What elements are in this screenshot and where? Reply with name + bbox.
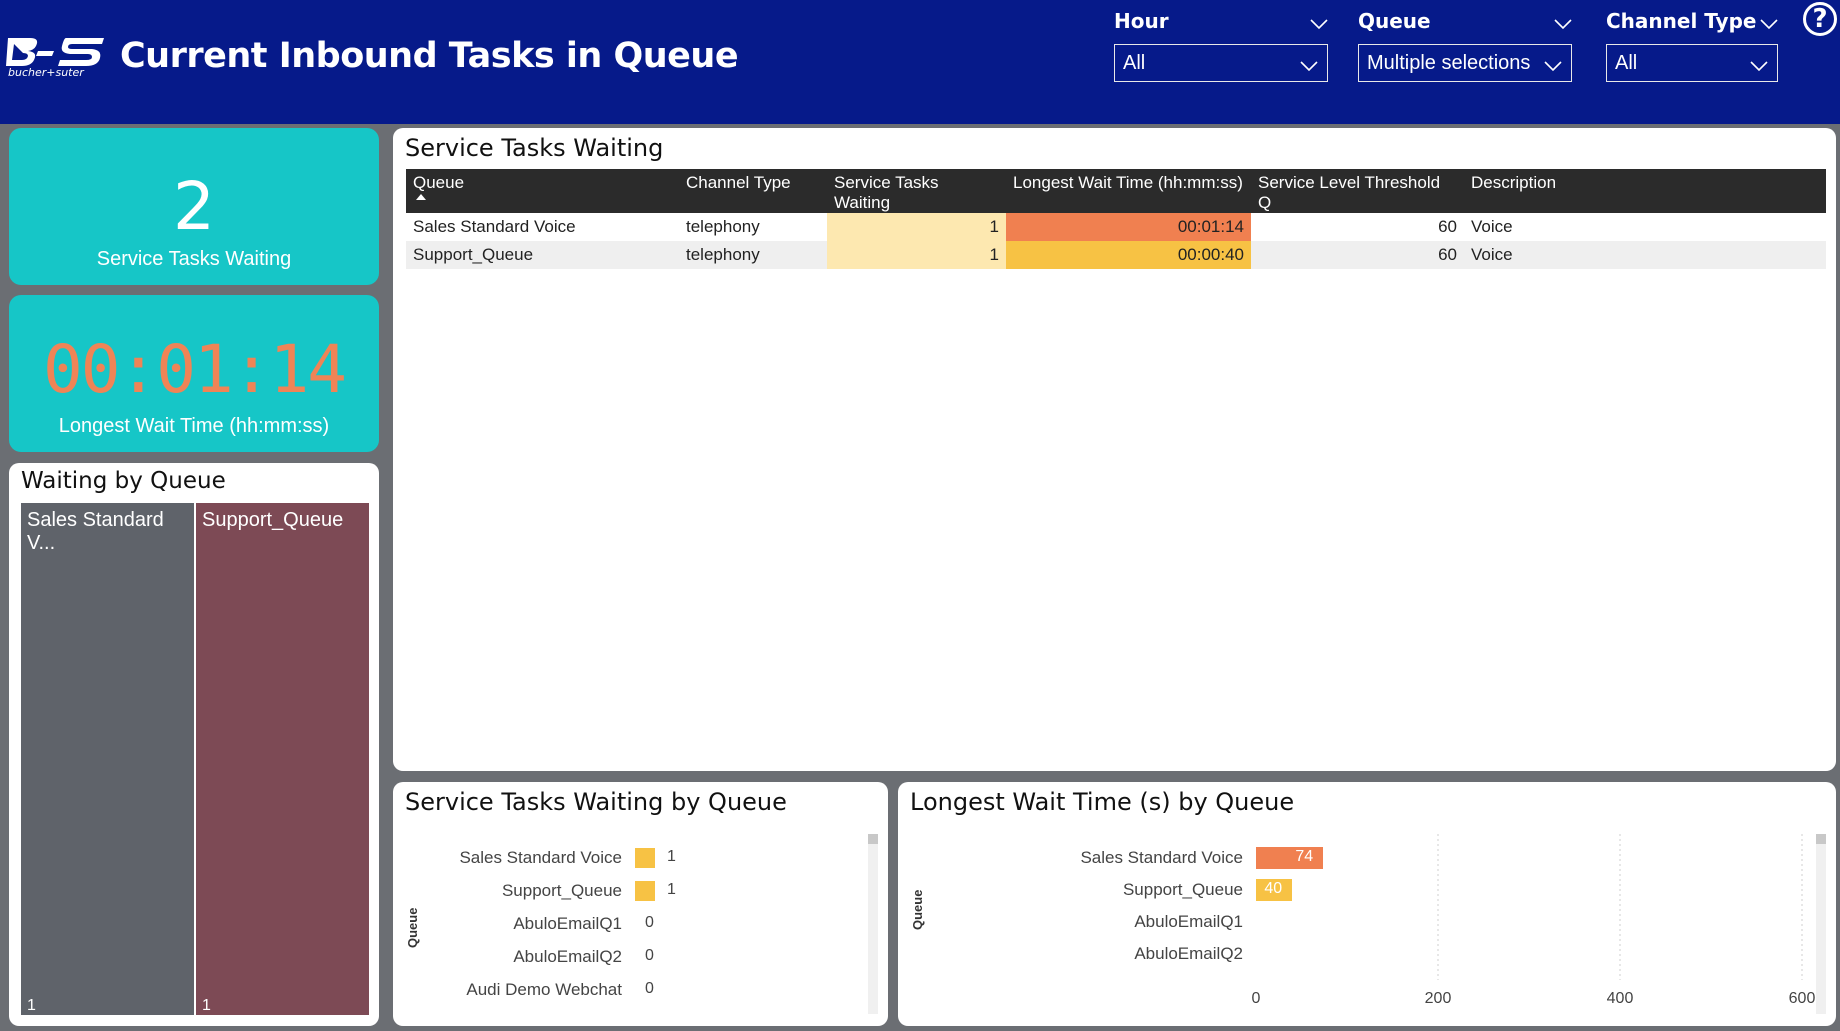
table-row[interactable]: Sales Standard Voice telephony 1 00:01:1… [406,213,1826,241]
service-tasks-table: Queue Channel Type Service Tasks Waiting… [406,169,1826,269]
category-label: Sales Standard Voice [459,848,622,867]
slicer-queue-label: Queue [1358,9,1431,33]
slicer-hour-value: All [1123,52,1146,74]
cell-longest-wait: 00:01:14 [1006,213,1251,241]
kpi-longest-wait: 00:01:14 Longest Wait Time (hh:mm:ss) [9,295,379,452]
data-label: 0 [645,914,654,931]
chart-scrollbar[interactable] [1816,834,1826,1014]
slicer-hour-dropdown[interactable]: All [1114,44,1328,82]
tasks-by-queue-axis-title: Queue [405,907,420,948]
category-label: AbuloEmailQ2 [513,947,622,966]
table-row[interactable]: Support_Queue telephony 1 00:00:40 60 Vo… [406,241,1826,269]
logo-tagline: bucher+suter [8,66,84,79]
cell-description: Voice [1471,217,1513,236]
slicer-hour: Hour All [1114,8,1328,82]
scrollbar-thumb[interactable] [868,834,878,844]
cell-tasks-waiting: 1 [827,241,1006,269]
slicer-channel-type-dropdown[interactable]: All [1606,44,1778,82]
chevron-down-icon[interactable] [1310,10,1328,36]
category-label: Support_Queue [1122,880,1243,899]
cell-longest-wait: 00:00:40 [1006,241,1251,269]
column-header-queue[interactable]: Queue [406,169,679,213]
category-label: AbuloEmailQ1 [1134,912,1243,931]
wait-by-queue-axis-title: Queue [910,889,925,930]
x-tick-label: 200 [1424,990,1452,1007]
data-label: 0 [645,980,654,997]
chevron-down-icon[interactable] [1543,51,1563,87]
column-header-longest-wait[interactable]: Longest Wait Time (hh:mm:ss) [1006,169,1251,213]
data-label: 1 [667,881,676,898]
cell-channel-type: telephony [679,241,827,269]
waiting-by-queue-title: Waiting by Queue [21,468,226,494]
slicer-queue: Queue Multiple selections [1358,8,1572,82]
table-header-row: Queue Channel Type Service Tasks Waiting… [406,169,1826,213]
scrollbar-thumb[interactable] [1816,834,1826,844]
tasks-by-queue-chart-title: Service Tasks Waiting by Queue [405,788,787,816]
slicer-channel-type-value: All [1615,52,1638,74]
chevron-down-icon[interactable] [1760,10,1778,36]
kpi-longest-wait-value: 00:01:14 [43,331,347,408]
bar[interactable] [1256,847,1324,869]
slicer-queue-dropdown[interactable]: Multiple selections [1358,44,1572,82]
help-icon[interactable]: ? [1803,2,1837,36]
service-tasks-table-title: Service Tasks Waiting [405,134,664,162]
wait-by-queue-chart-title: Longest Wait Time (s) by Queue [910,788,1295,816]
category-label: Sales Standard Voice [1080,848,1243,867]
treemap-cell-value: 1 [27,997,36,1014]
kpi-tasks-waiting: 2 Service Tasks Waiting [9,128,379,285]
x-tick-label: 400 [1606,990,1634,1007]
header-bar: bucher+suter Current Inbound Tasks in Qu… [0,0,1840,124]
slicer-hour-header[interactable]: Hour [1114,8,1328,34]
slicer-channel-type-header[interactable]: Channel Type [1606,8,1778,34]
cell-description: Voice [1464,241,1826,269]
treemap-cell-value: 1 [202,997,211,1014]
treemap-cell-support-queue[interactable]: Support_Queue 1 [196,503,369,1015]
x-tick-label: 0 [1251,990,1261,1007]
data-label: 40 [1264,880,1283,897]
column-header-description[interactable]: Description [1464,169,1826,213]
column-header-sl-threshold[interactable]: Service Level Threshold Q [1251,169,1464,213]
chart-scrollbar[interactable] [868,834,878,1014]
cell-sl-threshold: 60 [1438,217,1457,236]
chevron-down-icon[interactable] [1749,51,1769,87]
wait-by-queue-chart-card [898,782,1836,1026]
category-label: AbuloEmailQ1 [513,914,622,933]
cell-channel-type: telephony [686,217,760,236]
category-label: Support_Queue [501,881,622,900]
kpi-tasks-waiting-value: 2 [173,168,215,245]
chevron-down-icon[interactable] [1299,51,1319,87]
slicer-channel-type: Channel Type All [1606,8,1778,82]
data-label: 74 [1295,848,1314,865]
cell-queue: Support_Queue [406,241,679,269]
data-label: 0 [645,947,654,964]
slicer-channel-type-label: Channel Type [1606,9,1757,33]
cell-tasks-waiting: 1 [827,213,1006,241]
cell-sl-threshold: 60 [1251,241,1464,269]
column-header-channel-type[interactable]: Channel Type [679,169,827,213]
column-header-tasks-waiting[interactable]: Service Tasks Waiting [827,169,1006,213]
page-title: Current Inbound Tasks in Queue [120,36,739,76]
slicer-hour-label: Hour [1114,9,1169,33]
sort-ascending-icon[interactable] [416,194,426,200]
category-label: Audi Demo Webchat [466,980,622,999]
bar[interactable] [635,848,655,868]
chevron-down-icon[interactable] [1554,10,1572,36]
cell-queue: Sales Standard Voice [413,217,576,236]
kpi-tasks-waiting-label: Service Tasks Waiting [96,248,292,270]
slicer-queue-value: Multiple selections [1367,52,1531,74]
data-label: 1 [667,848,676,865]
category-label: AbuloEmailQ2 [1134,944,1243,963]
treemap-cell-label: Support_Queue [202,509,344,531]
slicer-queue-header[interactable]: Queue [1358,8,1572,34]
treemap-cell-sales-standard-voice[interactable]: Sales Standard V... 1 [21,503,194,1015]
kpi-longest-wait-label: Longest Wait Time (hh:mm:ss) [58,415,330,437]
bar[interactable] [635,881,655,901]
treemap-cell-label: Sales Standard V... [27,509,164,554]
